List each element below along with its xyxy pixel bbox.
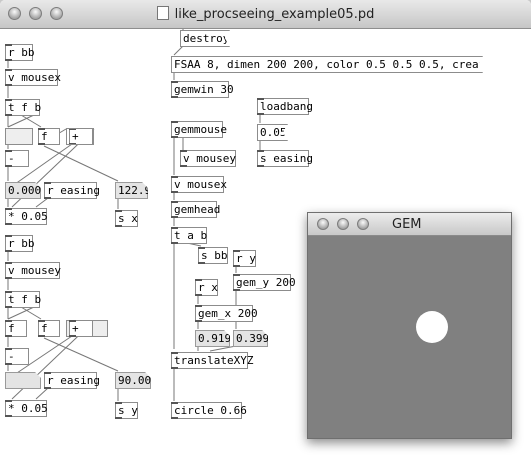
receive-easing-object-2[interactable]: r easing [44,372,100,389]
gem-x-object[interactable]: gem_x 200 [195,305,258,322]
gemwin-object[interactable]: gemwin 30 [171,81,234,98]
float-object[interactable]: f [38,128,60,145]
value-mousey-object[interactable]: v mousey [5,262,61,279]
rendered-circle [416,311,448,343]
send-bb-object[interactable]: s bb [198,247,228,264]
gem-render-window[interactable]: GEM [307,212,512,439]
float-object-2[interactable]: f [38,320,60,337]
value-mousex-object-2[interactable]: v mousex [171,176,227,193]
loadbang-object[interactable]: loadbang [257,98,313,115]
gemhead-object[interactable]: gemhead [171,201,220,218]
float-box[interactable] [5,128,33,145]
send-easing-object[interactable]: s easing [257,150,313,167]
value-mousey-object-2[interactable]: v mousey [180,150,236,167]
trigger-a-b-object[interactable]: t a b [171,227,207,244]
gem-zoom-button[interactable] [357,218,369,230]
receive-bb-object-2[interactable]: r bb [5,235,35,252]
number-box-y-diff[interactable] [5,372,41,389]
multiply-object-2[interactable]: * 0.05 [5,400,48,417]
gem-minimize-button[interactable] [337,218,349,230]
number-box-x-diff[interactable]: 0.000 [5,182,41,199]
send-x-object[interactable]: s x [115,210,138,227]
trigger-f-b-object[interactable]: t f b [5,99,41,116]
minus-object[interactable]: - [5,150,29,167]
circle-object[interactable]: circle 0.66 [171,402,247,419]
receive-x-object[interactable]: r x [195,279,218,296]
float-object-left[interactable]: f [5,320,27,337]
trigger-f-b-object-2[interactable]: t f b [5,291,41,308]
plus-object-2[interactable]: + [69,320,93,337]
gem-window-title: GEM [392,217,422,232]
number-box-y[interactable]: 90.00 [115,372,151,389]
fsaa-create-message[interactable]: FSAA 8, dimen 200 200, color 0.5 0.5 0.5… [171,56,483,73]
plus-frame [66,128,94,145]
minus-object-2[interactable]: - [5,348,29,365]
value-mousex-object[interactable]: v mousex [5,69,61,86]
translatexyz-object[interactable]: translateXYZ [171,352,253,369]
gem-title-bar[interactable]: GEM [308,213,511,236]
gemmouse-object[interactable]: gemmouse [171,121,227,138]
title-bar[interactable]: like_procseeing_example05.pd [0,0,531,29]
receive-y-object[interactable]: r y [233,250,256,267]
number-box-gem-y[interactable]: 0.399 [233,330,268,347]
send-y-object[interactable]: s y [115,402,138,419]
number-box-x[interactable]: 122.9 [115,182,148,199]
window-title: like_procseeing_example05.pd [174,7,375,22]
receive-easing-object[interactable]: r easing [44,182,100,199]
receive-bb-object[interactable]: r bb [5,44,35,61]
document-icon [156,6,169,20]
multiply-object[interactable]: * 0.05 [5,208,48,225]
destroy-message[interactable]: destroy [180,30,230,47]
gem-close-button[interactable] [317,218,329,230]
number-box-gem-x[interactable]: 0.919 [195,330,230,347]
gem-y-object[interactable]: gem_y 200 [233,274,296,291]
